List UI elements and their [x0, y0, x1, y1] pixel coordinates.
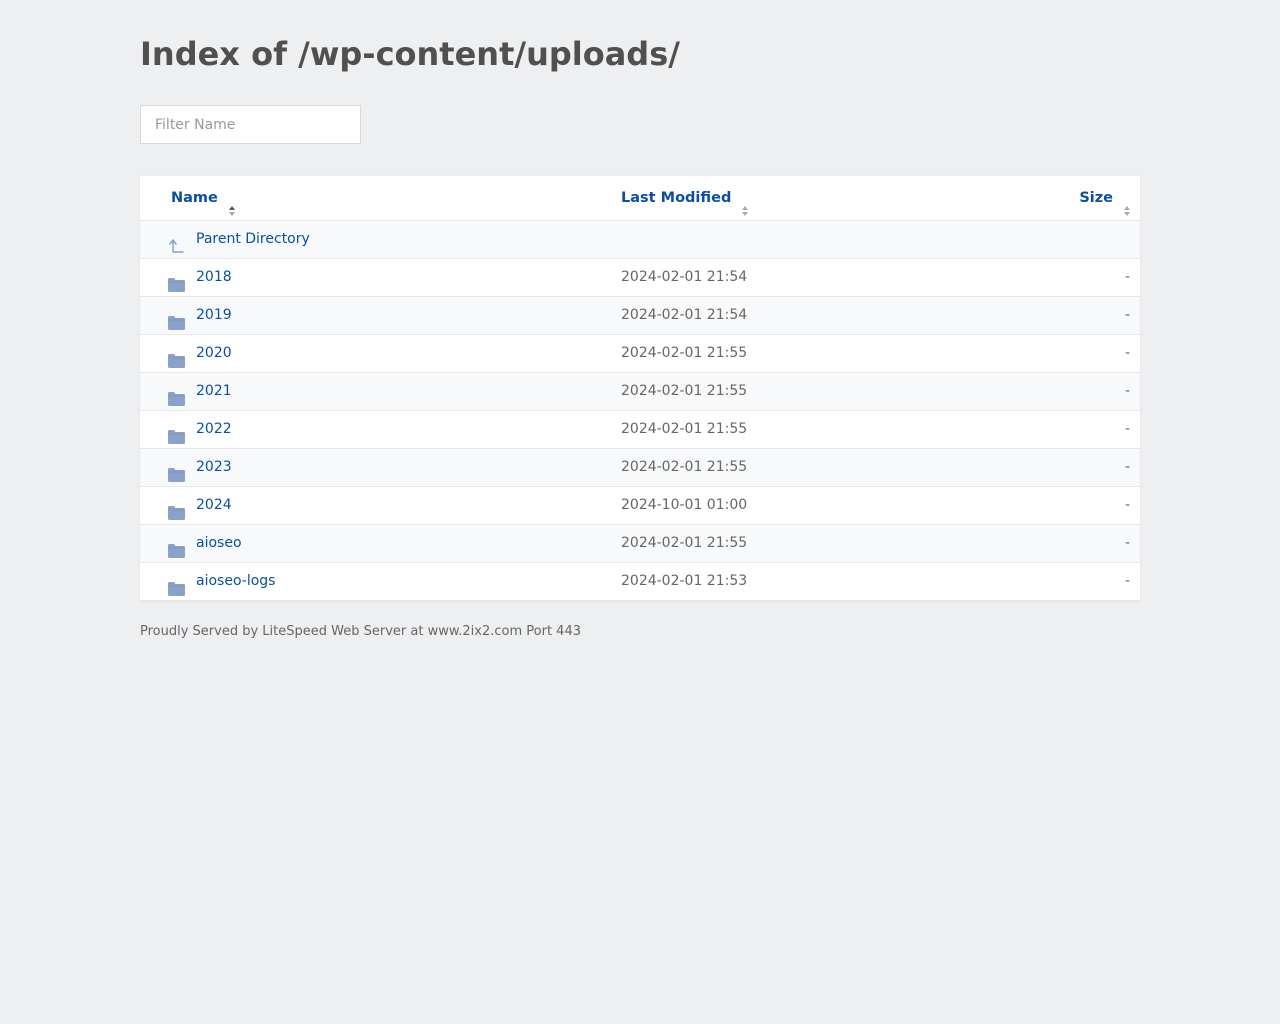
folder-link[interactable]: 2023 [196, 449, 232, 486]
folder-link[interactable]: 2019 [196, 297, 232, 334]
table-row: 2020 2024-02-01 21:55 - [140, 335, 1140, 373]
folder-link[interactable]: 2018 [196, 259, 232, 296]
folder-icon [168, 422, 185, 444]
last-modified-value: 2024-02-01 21:53 [621, 573, 748, 589]
size-value: - [1124, 345, 1130, 361]
size-value: - [1124, 269, 1130, 285]
last-modified-value: 2024-02-01 21:55 [621, 535, 748, 551]
file-list: 2018 2024-02-01 21:54 - 2019 2024-02-01 … [140, 259, 1140, 600]
last-modified-value: 2024-02-01 21:55 [621, 383, 748, 399]
folder-link[interactable]: 2020 [196, 335, 232, 372]
size-value: - [1124, 573, 1130, 589]
folder-icon [168, 574, 185, 596]
last-modified-value: 2024-02-01 21:55 [621, 459, 748, 475]
table-row: aioseo-logs 2024-02-01 21:53 - [140, 563, 1140, 600]
size-value: - [1124, 307, 1130, 323]
table-row: 2021 2024-02-01 21:55 - [140, 373, 1140, 411]
sort-by-size-header[interactable]: Size [1079, 176, 1131, 220]
size-value: - [1124, 497, 1130, 513]
size-value: - [1124, 421, 1130, 437]
folder-link[interactable]: 2024 [196, 487, 232, 524]
folder-link[interactable]: 2022 [196, 411, 232, 448]
table-row: 2019 2024-02-01 21:54 - [140, 297, 1140, 335]
folder-link[interactable]: aioseo [196, 525, 242, 562]
column-size-label: Size [1079, 190, 1113, 206]
last-modified-value: 2024-02-01 21:54 [621, 307, 748, 323]
folder-icon [168, 270, 185, 292]
filter-name-input[interactable] [140, 105, 361, 144]
parent-directory-row: Parent Directory [140, 221, 1140, 259]
size-value: - [1124, 383, 1130, 399]
folder-icon [168, 460, 185, 482]
table-row: 2024 2024-10-01 01:00 - [140, 487, 1140, 525]
size-value: - [1124, 459, 1130, 475]
last-modified-value: 2024-10-01 01:00 [621, 497, 748, 513]
folder-icon [168, 308, 185, 330]
column-name-label: Name [171, 190, 218, 206]
parent-directory-link[interactable]: Parent Directory [196, 221, 310, 258]
sort-by-last-modified-header[interactable]: Last Modified [621, 176, 749, 220]
server-footer: Proudly Served by LiteSpeed Web Server a… [140, 624, 581, 639]
folder-link[interactable]: aioseo-logs [196, 563, 275, 600]
directory-table: Name Last Modified Size Parent Directory [140, 176, 1140, 600]
last-modified-value: 2024-02-01 21:55 [621, 345, 748, 361]
size-value: - [1124, 535, 1130, 551]
table-row: 2022 2024-02-01 21:55 - [140, 411, 1140, 449]
last-modified-value: 2024-02-01 21:54 [621, 269, 748, 285]
folder-link[interactable]: 2021 [196, 373, 232, 410]
sort-icon [228, 191, 236, 216]
table-header: Name Last Modified Size [140, 176, 1140, 221]
arrow-up-icon [168, 232, 185, 253]
last-modified-value: 2024-02-01 21:55 [621, 421, 748, 437]
table-row: aioseo 2024-02-01 21:55 - [140, 525, 1140, 563]
sort-icon [1123, 191, 1131, 216]
column-last-modified-label: Last Modified [621, 190, 732, 206]
folder-icon [168, 384, 185, 406]
page-title: Index of /wp-content/uploads/ [140, 35, 680, 73]
table-row: 2018 2024-02-01 21:54 - [140, 259, 1140, 297]
folder-icon [168, 498, 185, 520]
sort-icon [741, 191, 749, 216]
folder-icon [168, 346, 185, 368]
folder-icon [168, 536, 185, 558]
table-row: 2023 2024-02-01 21:55 - [140, 449, 1140, 487]
sort-by-name-header[interactable]: Name [171, 176, 236, 220]
